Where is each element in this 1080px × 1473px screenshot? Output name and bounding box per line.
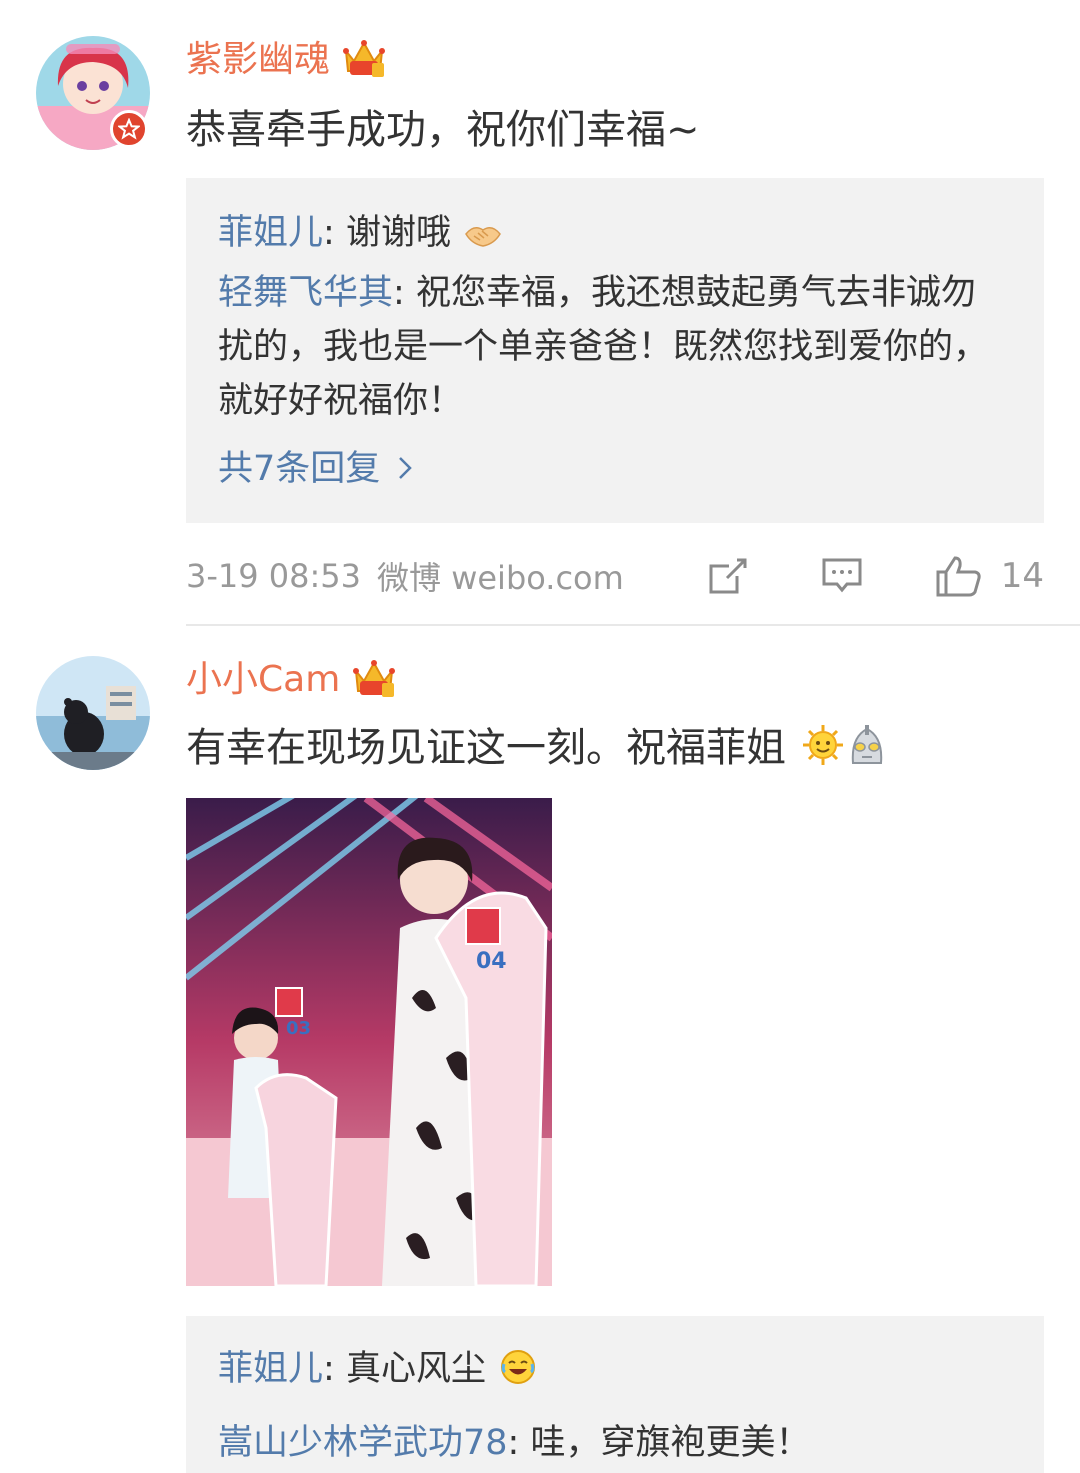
- podium-number-03: 03: [286, 1018, 311, 1039]
- share-icon: [709, 558, 747, 594]
- reply-separator: :: [323, 213, 335, 253]
- reply-text: 真心风尘: [334, 1349, 486, 1389]
- reply-separator: :: [393, 273, 405, 313]
- reply-item[interactable]: 菲姐儿: 谢谢哦: [218, 206, 1014, 266]
- more-replies-label: 共7条回复: [218, 449, 381, 489]
- reply-box[interactable]: 菲姐儿: 真心风尘 嵩山少林学武功78: 哇，穿旗袍更美！: [186, 1316, 1044, 1473]
- reply-text: 谢谢哦: [334, 213, 451, 253]
- reply-separator: :: [323, 1349, 335, 1389]
- reply-separator: :: [507, 1423, 520, 1463]
- robot-emoji-icon: [847, 723, 887, 782]
- source: 微博 weibo.com: [377, 559, 624, 597]
- crown-icon[interactable]: [352, 657, 396, 703]
- username[interactable]: 紫影幽魂: [186, 36, 330, 84]
- more-replies-link[interactable]: 共7条回复: [218, 442, 1014, 496]
- timestamp: 3-19 08:53: [186, 557, 362, 595]
- verified-badge-icon: [110, 110, 148, 148]
- reply-item[interactable]: 菲姐儿: 真心风尘: [218, 1342, 1014, 1402]
- comment-meta: 3-19 08:53 微博 weibo.com 14: [186, 546, 1044, 606]
- comment-text: 恭喜牵手成功，祝你们幸福~: [186, 107, 700, 153]
- reply-author[interactable]: 轻舞飞华其: [218, 273, 393, 313]
- username-row: 紫影幽魂: [186, 36, 386, 84]
- reply-item[interactable]: 嵩山少林学武功78: 哇，穿旗袍更美！: [218, 1416, 1014, 1470]
- podium-number-04: 04: [476, 949, 507, 974]
- avatar[interactable]: [36, 656, 150, 770]
- reply-author[interactable]: 嵩山少林学武功78: [218, 1423, 508, 1463]
- like-count: 14: [1000, 556, 1044, 596]
- reply-item[interactable]: 轻舞飞华其: 祝您幸福，我还想鼓起勇气去非诚勿扰的，我也是一个单亲爸爸！既然您找…: [218, 266, 1008, 428]
- username[interactable]: 小小Cam: [186, 656, 340, 704]
- reply-author[interactable]: 菲姐儿: [218, 1349, 323, 1389]
- handshake-emoji-icon: [464, 212, 502, 266]
- attached-photo[interactable]: 03 04: [186, 798, 552, 1286]
- reply-text: 哇，穿旗袍更美！: [519, 1423, 811, 1463]
- reply-author[interactable]: 菲姐儿: [218, 213, 323, 253]
- like-icon: [936, 556, 981, 597]
- like-button[interactable]: 14: [935, 554, 1044, 598]
- divider: [186, 624, 1080, 626]
- action-bar: 14: [707, 546, 1044, 606]
- chevron-right-icon: [398, 442, 413, 496]
- laugh-emoji-icon: [499, 1348, 537, 1402]
- comment-text-content: 有幸在现场见证这一刻。祝福菲姐: [186, 725, 786, 771]
- share-button[interactable]: [707, 556, 749, 596]
- sun-emoji-icon: [801, 723, 845, 782]
- username-row: 小小Cam: [186, 656, 396, 704]
- crown-icon[interactable]: [342, 37, 386, 83]
- comment-icon: [822, 558, 862, 593]
- comment-button[interactable]: [821, 556, 863, 596]
- comment-text: 有幸在现场见证这一刻。祝福菲姐: [186, 720, 887, 782]
- reply-box[interactable]: 菲姐儿: 谢谢哦 轻舞飞华其: 祝您幸福，我还想鼓起勇气去非诚勿扰的，我也是一个…: [186, 178, 1044, 523]
